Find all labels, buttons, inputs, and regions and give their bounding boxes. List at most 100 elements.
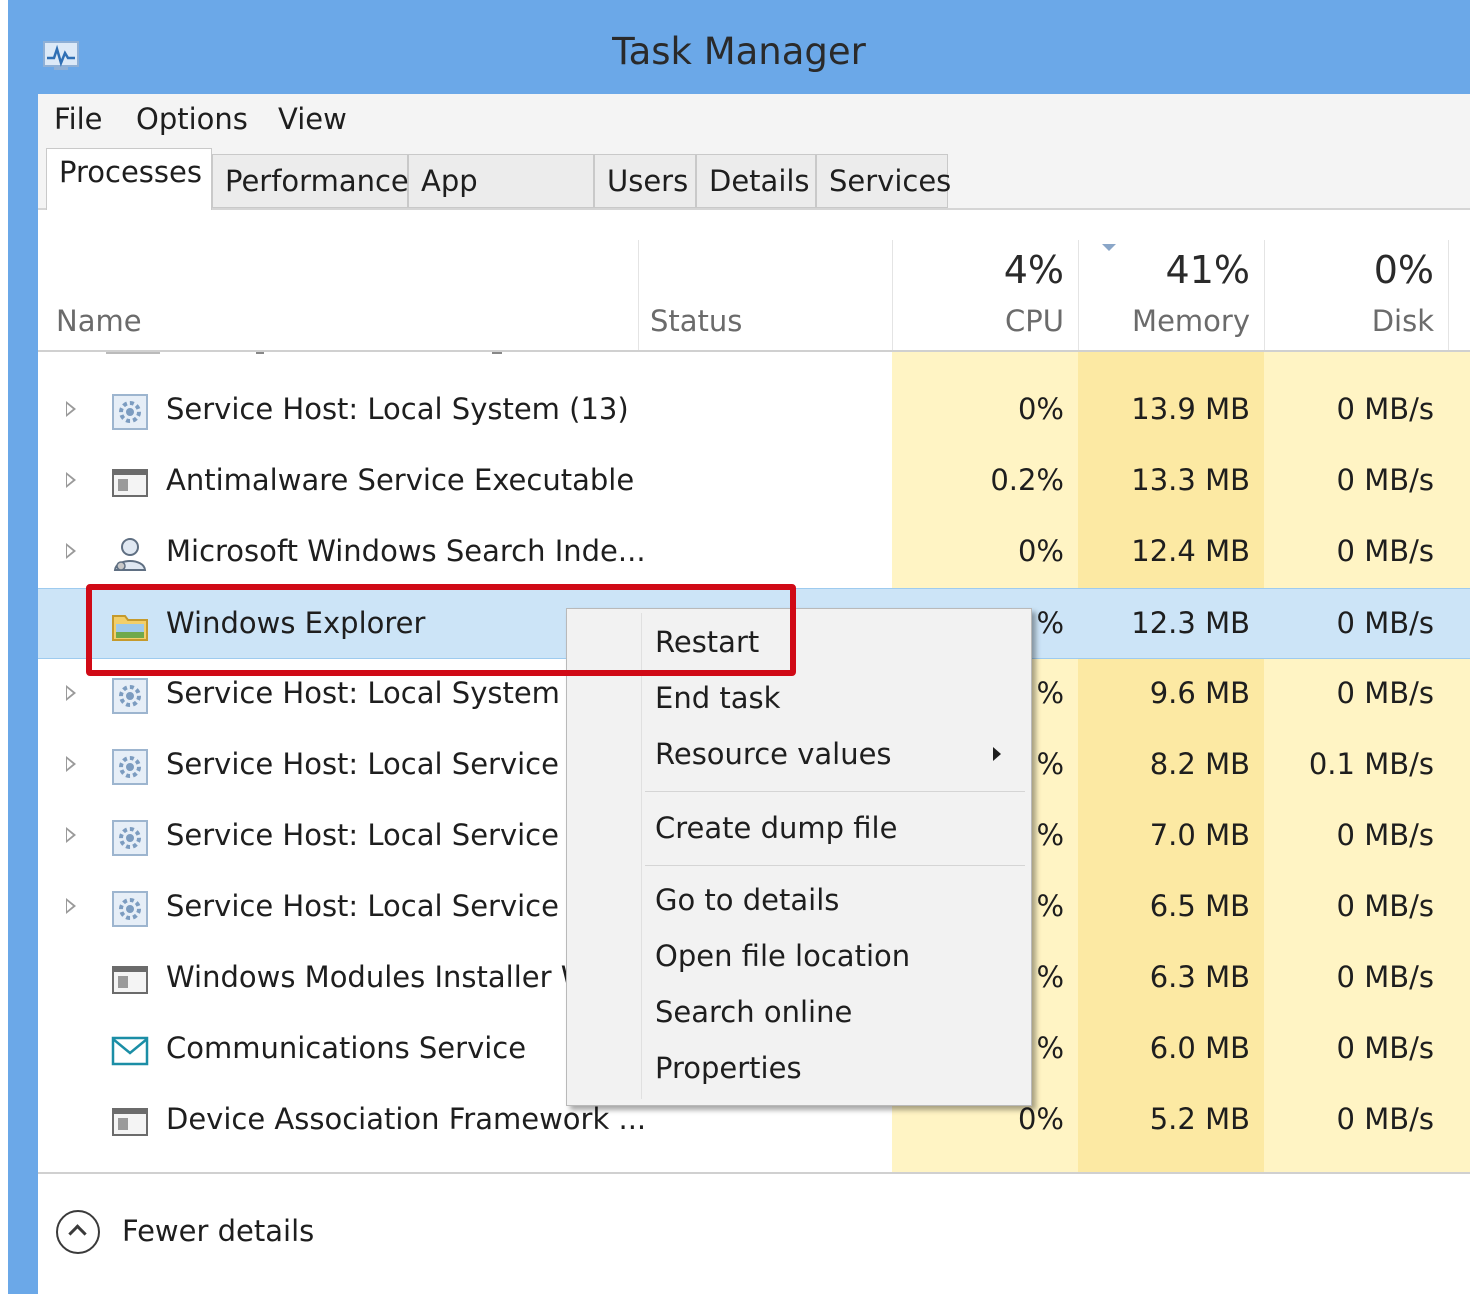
memory-cell: 6.3 MB [1149, 960, 1250, 994]
disk-cell: 0.1 MB/s [1308, 747, 1434, 781]
disk-cell: 0 MB/s [1336, 1031, 1434, 1065]
process-name: Service Host: Local Service (8) [166, 818, 610, 852]
memory-cell: 12.3 MB [1131, 606, 1250, 640]
annotation-highlight-box [86, 584, 796, 676]
expand-arrow-icon[interactable] [66, 685, 76, 701]
context-menu: Restart End task Resource values Create … [566, 608, 1032, 1106]
tab-strip: Processes Performance App history Users … [38, 146, 1470, 250]
disk-cell: 0 MB/s [1336, 676, 1434, 710]
menu-gutter [641, 613, 642, 1099]
menu-options[interactable]: Options [136, 102, 248, 136]
menu-item-search-online[interactable]: Search online [655, 995, 852, 1029]
column-separator [1264, 240, 1265, 352]
disk-cell: 0 MB/s [1336, 889, 1434, 923]
cpu-cell: 0% [1017, 534, 1064, 568]
menu-separator [645, 791, 1025, 792]
menu-item-resource-values[interactable]: Resource values [655, 737, 892, 771]
cpu-total: 4% [1003, 248, 1064, 292]
process-name: Service Host: Local System (N [166, 676, 603, 710]
memory-cell: 6.0 MB [1149, 1031, 1250, 1065]
partial-row [46, 352, 646, 358]
disk-cell: 0 MB/s [1336, 960, 1434, 994]
menu-item-end-task[interactable]: End task [655, 681, 780, 715]
expand-arrow-icon[interactable] [66, 472, 76, 488]
process-name: Device Association Framework ... [166, 1102, 647, 1136]
column-disk[interactable]: Disk [1278, 304, 1434, 338]
cpu-cell: 0.2% [990, 463, 1064, 497]
tab-details[interactable]: Details [696, 154, 816, 208]
memory-cell: 8.2 MB [1149, 747, 1250, 781]
fewer-details-link[interactable]: Fewer details [122, 1214, 314, 1248]
process-name: Service Host: Local Service (N [166, 747, 602, 781]
column-separator [1448, 240, 1449, 352]
column-name[interactable]: Name [56, 304, 142, 338]
tab-processes[interactable]: Processes [46, 148, 212, 210]
disk-cell: 0 MB/s [1336, 818, 1434, 852]
gear-icon [110, 889, 150, 929]
gear-icon [110, 818, 150, 858]
memory-cell: 13.3 MB [1131, 463, 1250, 497]
menu-item-properties[interactable]: Properties [655, 1051, 802, 1085]
chevron-up-icon[interactable] [56, 1210, 100, 1254]
disk-cell: 0 MB/s [1336, 606, 1434, 640]
disk-cell: 0 MB/s [1336, 534, 1434, 568]
gear-icon [110, 747, 150, 787]
menu-item-open-file-location[interactable]: Open file location [655, 939, 910, 973]
column-separator [638, 240, 639, 352]
memory-cell: 5.2 MB [1149, 1102, 1250, 1136]
footer-divider [38, 1172, 1470, 1174]
disk-cell: 0 MB/s [1336, 463, 1434, 497]
memory-cell: 7.0 MB [1149, 818, 1250, 852]
process-name: Microsoft Windows Search Inde... [166, 534, 646, 568]
menu-bar: File Options View [38, 94, 1470, 146]
column-cpu[interactable]: CPU [918, 304, 1064, 338]
expand-arrow-icon[interactable] [66, 401, 76, 417]
column-header: Name Status 4% CPU 41% Memory 0% Disk [38, 210, 1470, 352]
expand-arrow-icon[interactable] [66, 756, 76, 772]
mail-icon [110, 1031, 150, 1071]
process-row[interactable]: Antimalware Service Executable 0.2% 13.3 M… [38, 446, 1470, 517]
process-name: Service Host: Local Service (N [166, 889, 602, 923]
menu-separator [645, 865, 1025, 866]
cpu-cell: 0% [1017, 1102, 1064, 1136]
menu-item-create-dump-file[interactable]: Create dump file [655, 811, 897, 845]
menu-file[interactable]: File [54, 102, 103, 136]
process-name: Windows Modules Installer W [166, 960, 590, 994]
process-name: Service Host: Local System (13) [166, 392, 629, 426]
process-name: Antimalware Service Executable [166, 463, 635, 497]
column-memory[interactable]: Memory [1098, 304, 1250, 338]
expand-arrow-icon[interactable] [66, 543, 76, 559]
process-name: Communications Service [166, 1031, 527, 1065]
column-separator [892, 240, 893, 352]
disk-total: 0% [1373, 248, 1434, 292]
memory-cell: 13.9 MB [1131, 392, 1250, 426]
window-icon [110, 463, 150, 503]
window-icon [110, 1102, 150, 1142]
window-icon [110, 960, 150, 1000]
expand-arrow-icon[interactable] [66, 827, 76, 843]
user-icon [110, 534, 150, 574]
disk-cell: 0 MB/s [1336, 392, 1434, 426]
column-separator [1078, 240, 1079, 352]
memory-cell: 12.4 MB [1131, 534, 1250, 568]
memory-cell: 9.6 MB [1149, 676, 1250, 710]
process-row[interactable]: Microsoft Windows Search Inde... 0% 12.4 M… [38, 517, 1470, 588]
disk-cell: 0 MB/s [1336, 1102, 1434, 1136]
process-row[interactable]: Service Host: Local System (13) 0% 13.9 MB… [38, 375, 1470, 446]
tab-users[interactable]: Users [594, 154, 696, 208]
title-bar[interactable]: Task Manager [8, 0, 1470, 94]
tab-performance[interactable]: Performance [212, 154, 409, 208]
tab-app-history[interactable]: App history [408, 154, 594, 250]
window-title: Task Manager [612, 30, 866, 73]
menu-view[interactable]: View [278, 102, 347, 136]
tab-services[interactable]: Services [816, 154, 951, 208]
cpu-cell: 0% [1017, 392, 1064, 426]
memory-cell: 6.5 MB [1149, 889, 1250, 923]
memory-total: 41% [1165, 248, 1250, 292]
menu-item-go-to-details[interactable]: Go to details [655, 883, 839, 917]
gear-icon [110, 676, 150, 716]
submenu-arrow-icon [993, 747, 1001, 761]
gear-icon [110, 392, 150, 432]
column-status[interactable]: Status [650, 304, 742, 338]
expand-arrow-icon[interactable] [66, 898, 76, 914]
